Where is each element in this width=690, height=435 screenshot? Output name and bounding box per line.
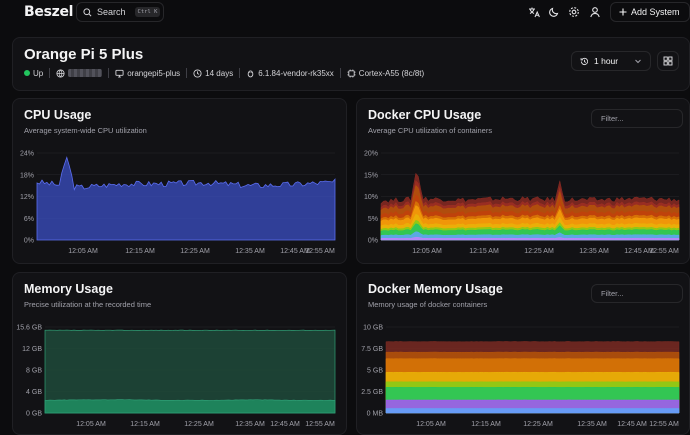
x-tick-label: 12:55 AM: [649, 421, 679, 428]
x-tick-label: 12:05 AM: [416, 421, 446, 428]
docker-memory-usage-chart: 0 MB 2.5 GB 5 GB 7.5 GB 10 GB 12:05 AM 12:15 A…: [361, 325, 680, 428]
x-tick-label: 12:25 AM: [523, 421, 553, 428]
y-tick-label: 10 GB: [363, 325, 383, 332]
y-tick-label: 5 GB: [367, 368, 383, 375]
x-tick-label: 12:35 AM: [577, 421, 607, 428]
y-tick-label: 2.5 GB: [361, 389, 383, 396]
y-tick-label: 7.5 GB: [361, 346, 383, 353]
x-tick-label: 12:15 AM: [471, 421, 501, 428]
y-tick-label: 0 MB: [367, 411, 384, 418]
x-tick-label: 12:45 AM: [617, 421, 647, 428]
container-area-series: [385, 408, 680, 414]
